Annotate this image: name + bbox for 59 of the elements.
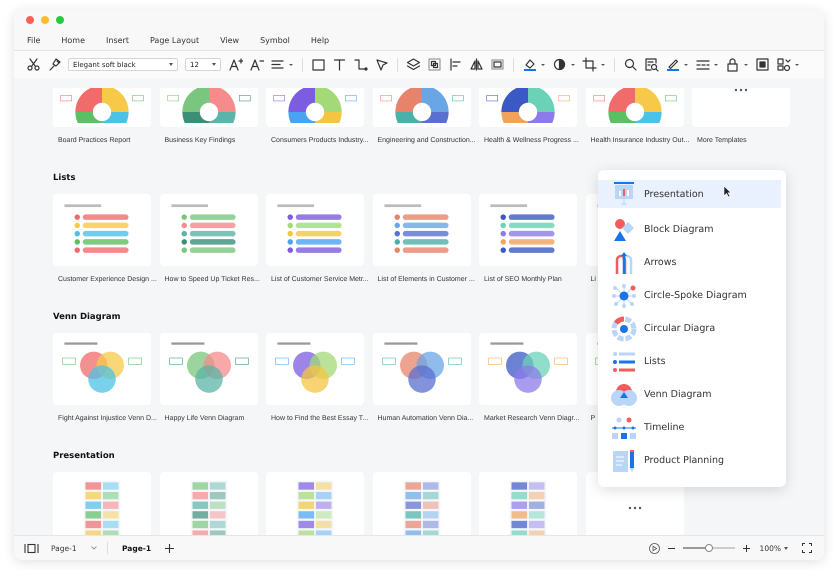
pointer-icon[interactable] <box>374 57 389 72</box>
timeline-icon <box>611 414 637 440</box>
add-page-icon[interactable] <box>165 544 174 552</box>
section-heading: Lists <box>53 172 76 184</box>
close-button[interactable] <box>26 16 34 24</box>
play-icon[interactable] <box>648 542 660 554</box>
presentation-board-icon <box>611 181 637 207</box>
fill-color-icon[interactable] <box>522 57 546 72</box>
menu-item[interactable]: Circle-Spoke Diagram <box>598 279 781 312</box>
notepad-pencil-icon <box>611 448 637 474</box>
menu-item[interactable]: Arrows <box>598 246 781 279</box>
caret-icon <box>91 546 97 550</box>
menu-item[interactable]: Page Layout <box>150 36 200 44</box>
more-dots-icon <box>734 88 748 92</box>
panel-toggle-icon[interactable] <box>24 542 39 554</box>
layers-icon[interactable] <box>406 57 421 72</box>
menu-item[interactable]: Block Diagram <box>598 213 781 246</box>
menu-item[interactable]: Presentation <box>598 180 781 208</box>
menu-item[interactable]: Symbol <box>260 36 290 44</box>
text-tool-icon[interactable] <box>332 57 347 72</box>
menu-item[interactable]: View <box>220 36 240 44</box>
search-icon[interactable] <box>623 57 638 72</box>
rectangle-icon[interactable] <box>311 57 326 72</box>
scissors-icon[interactable] <box>26 57 41 72</box>
more-dots-icon <box>628 506 642 510</box>
group-icon[interactable] <box>427 57 442 72</box>
menu-item[interactable]: Circular Diagra <box>598 312 781 345</box>
menu-item[interactable]: Lists <box>598 345 781 378</box>
more-tools-icon[interactable] <box>776 57 800 72</box>
section-heading: Venn Diagram <box>53 311 121 323</box>
venn-icon <box>611 382 637 408</box>
shape-style-icon[interactable] <box>552 57 576 72</box>
menu-item[interactable]: Product Planning <box>598 444 781 477</box>
menu-item[interactable]: Insert <box>106 36 129 44</box>
hub-spoke-icon <box>611 282 637 308</box>
flip-icon[interactable] <box>469 57 484 72</box>
zoom-slider[interactable] <box>704 544 713 552</box>
line-color-icon[interactable] <box>665 57 689 72</box>
ring-segments-icon <box>611 316 637 342</box>
find-replace-icon[interactable] <box>644 57 659 72</box>
shapes-icon <box>611 216 637 242</box>
zoom-in-icon[interactable] <box>742 544 750 552</box>
section-heading: Presentation <box>53 450 115 462</box>
font-size-decrease-icon[interactable] <box>249 57 264 72</box>
paint-brush-icon[interactable] <box>47 57 62 72</box>
font-size-increase-icon[interactable] <box>228 57 243 72</box>
menu-item[interactable]: Timeline <box>598 411 781 444</box>
fit-frame-icon[interactable] <box>755 57 770 72</box>
crop-icon[interactable] <box>582 57 606 72</box>
menu-item[interactable]: Help <box>310 36 330 44</box>
align-left-icon[interactable] <box>448 57 463 72</box>
lock-icon[interactable] <box>725 57 749 72</box>
fullscreen-icon[interactable] <box>802 543 812 553</box>
frame-icon[interactable] <box>490 57 505 72</box>
menu-item[interactable]: Venn Diagram <box>598 378 781 411</box>
connector-icon[interactable] <box>353 57 368 72</box>
menu-item[interactable]: File <box>27 36 40 44</box>
mouse-cursor-icon <box>723 185 732 198</box>
menu-item[interactable]: Home <box>61 36 86 44</box>
